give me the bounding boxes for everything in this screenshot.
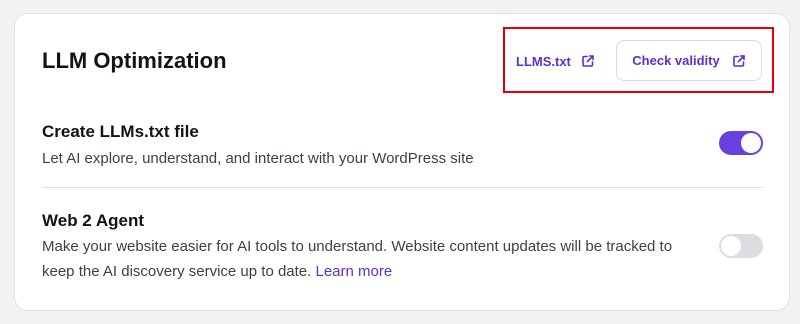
- check-validity-button[interactable]: Check validity: [616, 40, 762, 81]
- web-2-agent-description-line2: keep the AI discovery service up to date…: [42, 263, 312, 280]
- row-divider: [42, 187, 763, 188]
- check-validity-label: Check validity: [632, 53, 720, 68]
- toggle-knob: [721, 236, 741, 256]
- toggle-knob: [741, 133, 761, 153]
- web-2-agent-description: Make your website easier for AI tools to…: [42, 234, 672, 284]
- llms-txt-link[interactable]: LLMS.txt: [516, 51, 595, 71]
- create-llms-toggle[interactable]: [719, 131, 763, 155]
- external-link-icon: [732, 54, 746, 68]
- llms-txt-link-label: LLMS.txt: [516, 53, 571, 69]
- external-link-icon: [581, 54, 595, 68]
- create-llms-description: Let AI explore, understand, and interact…: [42, 150, 474, 167]
- create-llms-title: Create LLMs.txt file: [42, 122, 199, 141]
- section-title: LLM Optimization: [42, 48, 227, 73]
- web-2-agent-description-line1: Make your website easier for AI tools to…: [42, 238, 673, 255]
- web-2-agent-title: Web 2 Agent: [42, 211, 145, 230]
- web-2-agent-toggle[interactable]: [719, 234, 763, 258]
- llm-optimization-card: LLM Optimization LLMS.txt Check validity…: [14, 13, 790, 311]
- learn-more-link[interactable]: Learn more: [316, 263, 393, 280]
